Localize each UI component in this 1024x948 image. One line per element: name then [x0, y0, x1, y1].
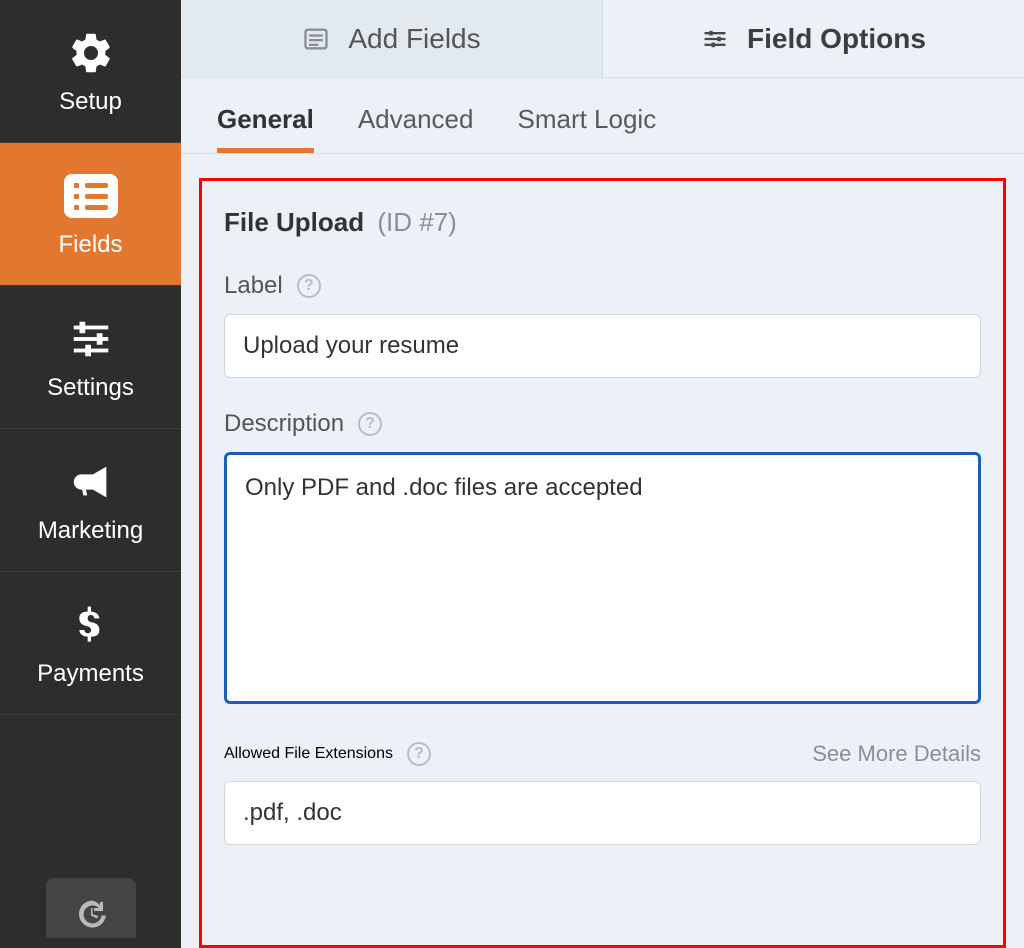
bullhorn-icon	[68, 457, 114, 507]
subtab-advanced[interactable]: Advanced	[358, 104, 474, 153]
subtab-smart-logic[interactable]: Smart Logic	[517, 104, 656, 153]
field-type-name: File Upload	[224, 207, 364, 237]
history-icon	[73, 896, 109, 932]
sidebar-item-payments[interactable]: Payments	[0, 572, 181, 715]
top-tabs: Add Fields Field Options	[181, 0, 1024, 78]
main-panel: Add Fields Field Options General Advance…	[181, 0, 1024, 948]
tab-field-options[interactable]: Field Options	[603, 0, 1024, 77]
label-input[interactable]	[224, 314, 981, 378]
sub-tabs: General Advanced Smart Logic	[181, 78, 1024, 154]
list-icon	[64, 171, 118, 221]
sidebar-item-label: Marketing	[38, 517, 143, 545]
sidebar-item-label: Fields	[58, 231, 122, 259]
extensions-caption: Allowed File Extensions	[224, 745, 393, 763]
extensions-block: Allowed File Extensions ? See More Detai…	[224, 741, 981, 845]
tab-label: Field Options	[747, 23, 926, 55]
label-block: Label ?	[224, 272, 981, 378]
sidebar-item-label: Setup	[59, 88, 122, 116]
extensions-input[interactable]	[224, 781, 981, 845]
sidebar-item-marketing[interactable]: Marketing	[0, 429, 181, 572]
sidebar-item-label: Payments	[37, 660, 144, 688]
description-input[interactable]	[224, 452, 981, 704]
dollar-icon	[71, 600, 111, 650]
section-title: File Upload (ID #7)	[224, 207, 981, 238]
sidebar-item-settings[interactable]: Settings	[0, 286, 181, 429]
help-icon[interactable]: ?	[297, 274, 321, 298]
sidebar-item-fields[interactable]: Fields	[0, 143, 181, 286]
tab-label: Add Fields	[348, 23, 480, 55]
description-block: Description ?	[224, 410, 981, 709]
subtab-general[interactable]: General	[217, 104, 314, 153]
general-panel: File Upload (ID #7) Label ? Description …	[199, 178, 1006, 948]
label-caption: Label	[224, 272, 283, 300]
sidebar-item-label: Settings	[47, 374, 134, 402]
help-icon[interactable]: ?	[407, 742, 431, 766]
help-icon[interactable]: ?	[358, 412, 382, 436]
description-caption: Description	[224, 410, 344, 438]
field-id-tag: (ID #7)	[377, 207, 456, 237]
sliders-icon	[701, 25, 729, 53]
sidebar-item-setup[interactable]: Setup	[0, 0, 181, 143]
sliders-icon	[68, 314, 114, 364]
gear-icon	[67, 28, 115, 78]
form-icon	[302, 25, 330, 53]
tab-add-fields[interactable]: Add Fields	[181, 0, 603, 77]
see-more-link[interactable]: See More Details	[812, 741, 981, 767]
history-button[interactable]	[46, 878, 136, 938]
sidebar: Setup Fields Settings Marketing	[0, 0, 181, 948]
